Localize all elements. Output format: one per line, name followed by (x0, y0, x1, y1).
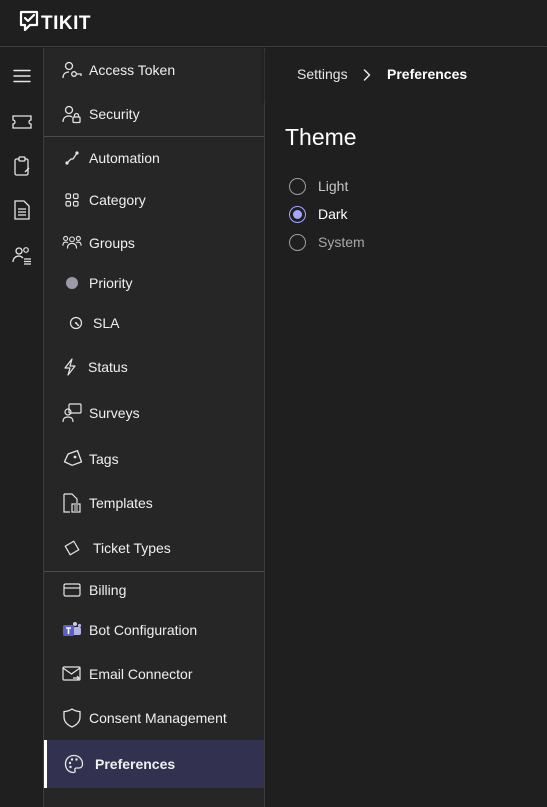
nav-item-label: Status (88, 359, 128, 375)
tag-icon (62, 449, 82, 469)
palette-icon (64, 754, 84, 774)
nav-item-category[interactable]: Category (44, 180, 264, 220)
theme-option-light[interactable]: Light (289, 176, 348, 196)
nav-item-label: Templates (89, 495, 153, 511)
document-template-icon (62, 493, 82, 513)
nav-item-label: Automation (89, 150, 160, 166)
nav-item-label: Billing (89, 582, 127, 598)
nav-item-label: Category (89, 192, 146, 208)
nav-item-automation[interactable]: Automation (44, 138, 264, 178)
theme-option-dark[interactable]: Dark (289, 204, 348, 224)
nav-item-label: Access Token (89, 62, 176, 78)
top-bar: TIKIT (0, 0, 547, 47)
nav-item-label: Tags (89, 451, 119, 467)
nav-item-preferences[interactable]: Preferences (44, 740, 264, 788)
nav-item-label: Priority (89, 275, 133, 291)
section-title: Theme (285, 124, 357, 150)
nav-item-bot-configuration[interactable]: Bot Configuration (44, 610, 264, 650)
nav-item-security[interactable]: Security (44, 94, 264, 134)
nav-item-sla[interactable]: SLA (44, 303, 264, 343)
icon-rail (0, 48, 44, 807)
radio-label: Dark (318, 206, 348, 222)
app-logo[interactable]: TIKIT (19, 10, 91, 37)
app-name: TIKIT (41, 12, 91, 34)
people-list-icon[interactable] (8, 241, 36, 269)
nav-item-groups[interactable]: Groups (44, 223, 264, 263)
nav-item-templates[interactable]: Templates (44, 483, 264, 523)
clipboard-icon[interactable] (8, 152, 36, 180)
preferences-panel: Theme Light Dark System (265, 100, 547, 807)
radio-label: Light (318, 178, 349, 194)
nav-item-priority[interactable]: Priority (44, 263, 264, 303)
wallet-icon (62, 580, 82, 600)
grid-icon (62, 190, 82, 210)
flow-icon (62, 148, 82, 168)
radio-button[interactable] (289, 205, 306, 223)
breadcrumb: Settings Preferences (265, 48, 547, 100)
nav-item-label: Email Connector (89, 666, 193, 682)
teams-icon (62, 620, 82, 640)
settings-nav: Access Token Security Automation Categor… (44, 48, 265, 807)
nav-item-label: Security (89, 106, 140, 122)
nav-item-label: SLA (93, 315, 120, 331)
diamond-tag-icon (62, 538, 82, 558)
radio-label: System (318, 234, 365, 250)
nav-item-label: Groups (89, 235, 135, 251)
nav-item-email-connector[interactable]: Email Connector (44, 654, 264, 694)
radio-button[interactable] (289, 177, 306, 195)
key-person-icon (62, 60, 82, 80)
person-lock-icon (62, 104, 82, 124)
flash-icon (60, 357, 80, 377)
dot-icon (62, 273, 82, 293)
gauge-icon (66, 313, 86, 333)
document-icon[interactable] (8, 196, 36, 224)
nav-item-label: Consent Management (89, 710, 227, 726)
nav-item-label: Surveys (89, 405, 140, 421)
person-feedback-icon (62, 403, 82, 423)
hamburger-menu-icon[interactable] (8, 62, 36, 90)
nav-item-status[interactable]: Status (44, 347, 264, 387)
nav-item-surveys[interactable]: Surveys (44, 393, 264, 433)
nav-item-consent-management[interactable]: Consent Management (44, 698, 264, 738)
tikit-logo-icon (19, 10, 39, 37)
nav-item-access-token[interactable]: Access Token (44, 50, 264, 90)
theme-option-system[interactable]: System (289, 232, 365, 252)
people-group-icon (62, 233, 82, 253)
chevron-right-icon (363, 68, 371, 84)
breadcrumb-current: Preferences (387, 66, 468, 82)
nav-item-billing[interactable]: Billing (44, 570, 264, 610)
breadcrumb-settings-link[interactable]: Settings (297, 66, 348, 82)
nav-item-label: Ticket Types (93, 540, 171, 556)
nav-divider (44, 136, 264, 137)
nav-item-tags[interactable]: Tags (44, 439, 264, 479)
nav-item-ticket-types[interactable]: Ticket Types (44, 528, 264, 568)
shield-icon (62, 708, 82, 728)
nav-item-label: Bot Configuration (89, 622, 198, 638)
radio-button[interactable] (289, 233, 306, 251)
nav-item-label: Preferences (95, 756, 176, 772)
mail-arrow-icon (62, 664, 82, 684)
ticket-icon[interactable] (8, 108, 36, 136)
